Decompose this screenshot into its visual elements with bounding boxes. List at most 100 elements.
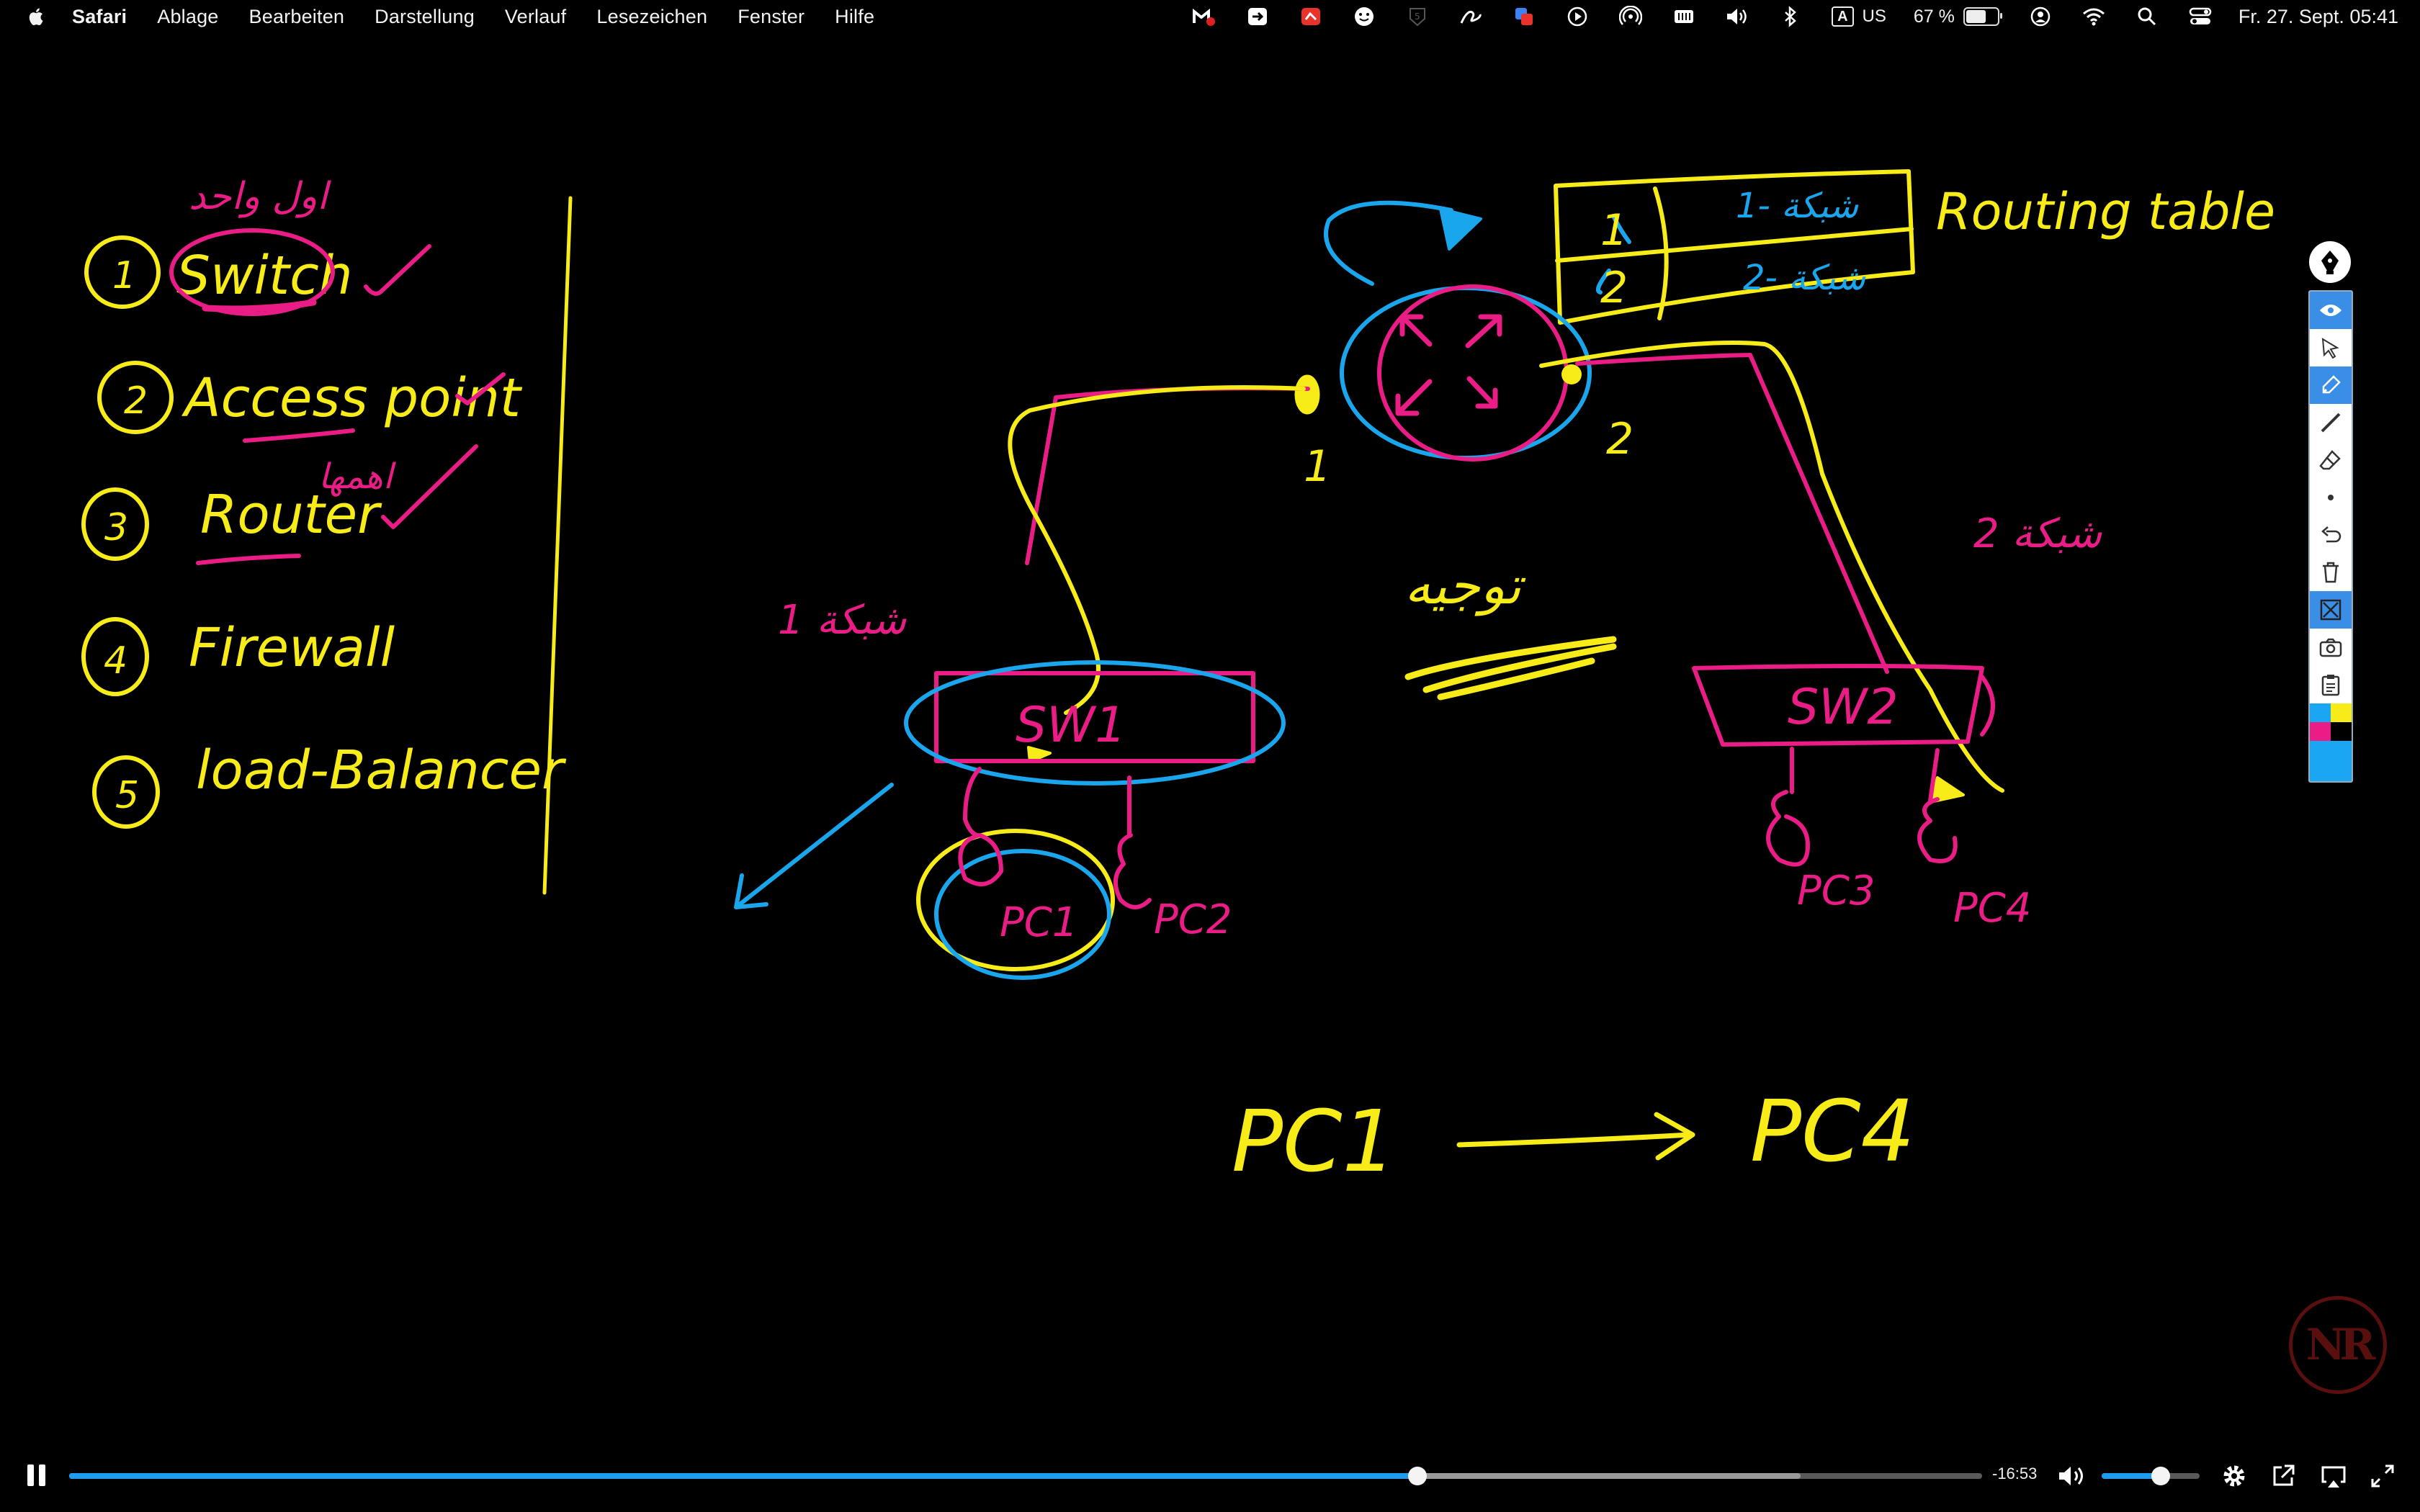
link-router-sw2-pink <box>1575 353 1889 674</box>
pen-icon[interactable] <box>2309 241 2351 283</box>
input-source-letter: A <box>1832 6 1854 27</box>
user-icon[interactable] <box>2028 4 2053 29</box>
menu-ablage[interactable]: Ablage <box>157 6 218 28</box>
pc3-label: PC3 <box>1797 868 1876 914</box>
settings-gear-icon[interactable] <box>2220 1462 2249 1490</box>
menu-darstellung[interactable]: Darstellung <box>375 6 475 28</box>
signature-icon[interactable] <box>1458 4 1483 29</box>
swatch-pink[interactable] <box>2310 722 2331 741</box>
menu-hilfe[interactable]: Hilfe <box>835 6 874 28</box>
memory-icon[interactable] <box>1672 4 1696 29</box>
swatch-black[interactable] <box>2331 722 2352 741</box>
sw1-pc1-cable <box>963 767 989 838</box>
wifi-icon[interactable] <box>2081 4 2106 29</box>
network-1-label: 1 شبكة <box>778 597 907 644</box>
pc1-label: PC1 <box>1000 899 1078 946</box>
router-port-1-label: 1 <box>1304 441 1331 492</box>
clipboard-icon[interactable] <box>2310 666 2352 703</box>
line-icon[interactable] <box>2310 404 2352 441</box>
menu-verlauf[interactable]: Verlauf <box>505 6 566 28</box>
list-num-5: 5 <box>115 774 139 817</box>
check-mark-3 <box>381 444 478 529</box>
bluetooth-icon[interactable] <box>1778 4 1803 29</box>
volume-icon[interactable] <box>2057 1463 2086 1489</box>
center-note: توجيه <box>1404 555 1526 616</box>
pc2-label: PC2 <box>1154 896 1232 943</box>
whiteboard-canvas[interactable]: 1 2 3 4 5 Switch Access point Router Fir… <box>0 33 2420 1444</box>
undo-icon[interactable] <box>2310 516 2352 554</box>
screen-share-icon[interactable] <box>1245 4 1270 29</box>
progress-played <box>69 1473 1418 1479</box>
camera-icon[interactable] <box>2310 629 2352 666</box>
battery-icon[interactable] <box>1963 7 2002 26</box>
router-underline <box>196 554 301 565</box>
apple-logo-icon[interactable] <box>26 6 48 27</box>
eraser-icon[interactable] <box>2310 441 2352 479</box>
highlighter-icon[interactable] <box>2310 366 2352 404</box>
flow-to-label: PC4 <box>1750 1081 1915 1181</box>
battery-percent: 67 % <box>1913 6 1955 27</box>
time-remaining: -16:53 <box>1992 1464 2038 1482</box>
video-controls: -16:53 <box>0 1447 2420 1498</box>
fullscreen-icon[interactable] <box>2368 1462 2397 1490</box>
eye-icon[interactable] <box>2310 292 2352 329</box>
battery-fill <box>1966 10 1986 23</box>
list-num-3: 3 <box>104 506 128 549</box>
dot-icon[interactable] <box>2310 479 2352 516</box>
menu-lesezeichen[interactable]: Lesezeichen <box>596 6 707 28</box>
volume-menu-icon[interactable] <box>1725 4 1749 29</box>
color-swatches <box>2310 703 2352 781</box>
pc3-device <box>1766 790 1810 867</box>
whiteboard-drawing: 1 2 3 4 5 Switch Access point Router Fir… <box>81 169 2275 1191</box>
trash-icon[interactable] <box>2310 554 2352 591</box>
center-note-scribble <box>1404 636 1617 701</box>
swatch-yellow[interactable] <box>2331 703 2352 722</box>
input-source-label: US <box>1862 6 1886 26</box>
current-color-swatch[interactable] <box>2310 741 2352 781</box>
record-app-icon[interactable] <box>1299 4 1323 29</box>
network-2-label: 2 شبكة <box>1973 510 2102 557</box>
clear-icon[interactable] <box>2310 591 2352 629</box>
router-loop-arrow <box>1324 200 1453 286</box>
emoji-app-icon[interactable] <box>1352 4 1376 29</box>
router-loop-arrowhead <box>1439 207 1482 251</box>
pause-button[interactable] <box>26 1464 48 1486</box>
search-icon[interactable] <box>2135 4 2159 29</box>
arabic-note-switch: اول واحد <box>189 175 331 218</box>
swatch-blue[interactable] <box>2310 703 2331 722</box>
menu-bearbeiten[interactable]: Bearbeiten <box>249 6 345 28</box>
flow-from-label: PC1 <box>1232 1092 1397 1191</box>
progress-handle[interactable] <box>1408 1467 1428 1485</box>
progress-bar[interactable] <box>69 1467 1982 1485</box>
router-port-2-label: 2 <box>1606 414 1634 464</box>
menu-clock[interactable]: Fr. 27. Sept. 05:41 <box>2238 6 2398 28</box>
menu-bar: Safari Ablage Bearbeiten Darstellung Ver… <box>0 0 2420 33</box>
list-item-firewall: Firewall <box>189 617 395 679</box>
input-source-icon[interactable]: A US <box>1832 4 1886 29</box>
shield-5-icon[interactable]: 5 <box>1405 4 1430 29</box>
menu-safari[interactable]: Safari <box>72 6 127 28</box>
airdrop-icon[interactable] <box>1618 4 1643 29</box>
menu-fenster[interactable]: Fenster <box>738 6 805 28</box>
volume-slider[interactable] <box>2102 1467 2200 1485</box>
pc4-device <box>1917 797 1958 863</box>
popout-icon[interactable] <box>2269 1462 2298 1490</box>
control-center-icon[interactable] <box>2188 4 2213 29</box>
switch-1-label: SW1 <box>1016 697 1126 754</box>
mail-extension-icon[interactable] <box>1192 4 1216 29</box>
list-num-4: 4 <box>104 639 127 683</box>
airplay-icon[interactable] <box>2319 1462 2348 1490</box>
router-port-2-dot <box>1561 364 1582 384</box>
router-arrows-icon <box>1395 314 1502 416</box>
pc4-label: PC4 <box>1953 885 2032 932</box>
list-item-load-balancer: load-Balancer <box>196 739 567 801</box>
volume-handle[interactable] <box>2151 1467 2170 1485</box>
play-circle-icon[interactable] <box>1565 4 1590 29</box>
pause-icon <box>27 1464 34 1486</box>
routing-row-2-id: 2 <box>1600 263 1628 313</box>
arabic-note-router: اهمها <box>318 456 396 497</box>
cursor-icon[interactable] <box>2310 329 2352 366</box>
flow-arrow <box>1456 1112 1695 1161</box>
list-num-1: 1 <box>112 254 136 297</box>
window-switch-icon[interactable] <box>1512 4 1536 29</box>
